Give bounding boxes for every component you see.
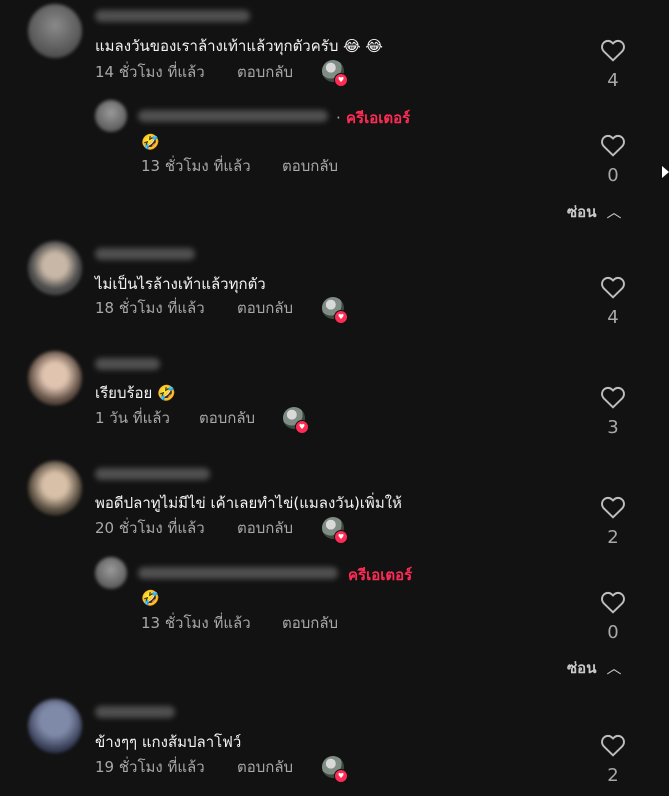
comment-time: 20 ชั่วโมง ที่แล้ว xyxy=(95,519,205,537)
like-control[interactable]: 2 xyxy=(593,733,633,786)
comment-text: ไม่เป็นไรล้างเท้าแล้วทุกตัว xyxy=(95,275,266,293)
like-count: 0 xyxy=(607,622,619,643)
like-control[interactable]: 4 xyxy=(593,38,633,91)
comment-time: 18 ชั่วโมง ที่แล้ว xyxy=(95,299,205,317)
heart-outline-icon[interactable] xyxy=(593,275,633,299)
reply-button[interactable]: ตอบกลับ xyxy=(237,298,293,318)
like-count: 4 xyxy=(607,70,619,91)
reply-button[interactable]: ตอบกลับ xyxy=(199,408,255,428)
comment-text: แมลงวันของเราล้างเท้าแล้วทุกตัวครับ 😂 😂 xyxy=(95,37,383,55)
comment-text: 🤣 xyxy=(141,133,160,151)
like-control[interactable]: 2 xyxy=(593,495,633,548)
heart-outline-icon[interactable] xyxy=(593,733,633,757)
heart-outline-icon[interactable] xyxy=(593,495,633,519)
like-control[interactable]: 0 xyxy=(593,133,633,186)
creator-liked-avatar-icon: ♥ xyxy=(322,756,348,783)
username-blurred[interactable] xyxy=(95,706,175,718)
avatar[interactable] xyxy=(95,557,127,589)
username-blurred[interactable] xyxy=(95,248,195,260)
hide-replies-button[interactable]: ซ่อน ︿ xyxy=(567,656,621,680)
comment-text: พอดีปลาทูไม่มีไข่ เค้าเลยทำไข่(แมลงวัน)เ… xyxy=(95,494,402,512)
heart-outline-icon[interactable] xyxy=(593,590,633,614)
like-control[interactable]: 3 xyxy=(593,385,633,438)
like-count: 4 xyxy=(607,307,619,328)
creator-badge: ครีเอเตอร์ xyxy=(348,563,412,587)
comment-time: 13 ชั่วโมง ที่แล้ว xyxy=(141,614,251,632)
creator-badge: · ครีเอเตอร์ xyxy=(336,109,411,127)
avatar[interactable] xyxy=(28,351,82,405)
username-blurred[interactable] xyxy=(95,358,160,370)
avatar[interactable] xyxy=(28,699,82,753)
creator-badge-label: ครีเอเตอร์ xyxy=(346,109,411,127)
avatar[interactable] xyxy=(28,241,82,295)
creator-liked-avatar-icon: ♥ xyxy=(283,407,309,434)
like-count: 0 xyxy=(607,165,619,186)
reply-button[interactable]: ตอบกลับ xyxy=(237,757,293,777)
comment-text: ข้างๆๆ แกงส้มปลาโฟว์ xyxy=(95,733,242,751)
username-blurred[interactable] xyxy=(95,468,210,480)
creator-liked-avatar-icon: ♥ xyxy=(322,517,348,544)
chevron-up-icon: ︿ xyxy=(606,203,622,221)
heart-outline-icon[interactable] xyxy=(593,38,633,62)
username-blurred[interactable] xyxy=(95,10,250,22)
mouse-cursor-icon xyxy=(662,166,669,178)
creator-liked-avatar-icon: ♥ xyxy=(322,60,348,87)
hide-replies-label: ซ่อน xyxy=(567,659,597,677)
username-blurred[interactable] xyxy=(138,567,338,579)
like-count: 3 xyxy=(607,417,619,438)
avatar[interactable] xyxy=(28,461,82,515)
avatar[interactable] xyxy=(95,100,127,132)
username-blurred[interactable] xyxy=(138,110,328,122)
chevron-up-icon: ︿ xyxy=(606,659,622,677)
like-control[interactable]: 4 xyxy=(593,275,633,328)
hide-replies-label: ซ่อน xyxy=(567,203,597,221)
avatar[interactable] xyxy=(28,4,82,58)
hide-replies-button[interactable]: ซ่อน ︿ xyxy=(567,200,621,224)
comment-time: 14 ชั่วโมง ที่แล้ว xyxy=(95,63,205,81)
reply-button[interactable]: ตอบกลับ xyxy=(282,156,338,176)
comment-text: เรียบร้อย 🤣 xyxy=(95,384,176,402)
creator-liked-avatar-icon: ♥ xyxy=(322,297,348,324)
reply-button[interactable]: ตอบกลับ xyxy=(237,518,293,538)
comment-time: 1 วัน ที่แล้ว xyxy=(95,409,170,427)
comment-text: 🤣 xyxy=(141,589,160,607)
like-control[interactable]: 0 xyxy=(593,590,633,643)
comment-time: 13 ชั่วโมง ที่แล้ว xyxy=(141,157,251,175)
heart-outline-icon[interactable] xyxy=(593,133,633,157)
like-count: 2 xyxy=(607,765,619,786)
heart-outline-icon[interactable] xyxy=(593,385,633,409)
reply-button[interactable]: ตอบกลับ xyxy=(282,613,338,633)
like-count: 2 xyxy=(607,527,619,548)
comment-time: 19 ชั่วโมง ที่แล้ว xyxy=(95,758,205,776)
reply-button[interactable]: ตอบกลับ xyxy=(237,62,293,82)
creator-badge-label: ครีเอเตอร์ xyxy=(348,566,413,584)
